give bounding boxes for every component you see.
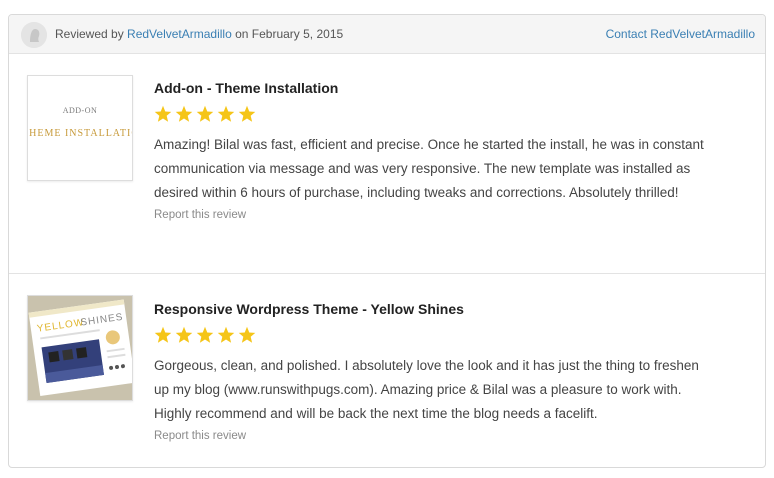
reviewed-by-text: Reviewed by RedVelvetArmadillo on Februa… — [55, 27, 343, 41]
review-date: on February 5, 2015 — [231, 27, 344, 41]
product-title[interactable]: Add-on - Theme Installation — [154, 79, 714, 97]
star-icon — [196, 326, 214, 343]
review-item: ADD-ON THEME INSTALLATION Add-on - Theme… — [9, 54, 765, 274]
star-rating — [154, 326, 714, 344]
product-thumbnail[interactable]: YELLOW SHINES — [27, 295, 133, 401]
star-icon — [154, 326, 172, 343]
review-card-header: Reviewed by RedVelvetArmadillo on Februa… — [9, 15, 765, 54]
thumbnail-line2: THEME INSTALLATION — [28, 128, 132, 139]
star-icon — [217, 105, 235, 122]
review-item: YELLOW SHINES Responsive Wordpress Theme… — [9, 274, 765, 468]
reviewed-prefix: Reviewed by — [55, 27, 128, 41]
product-thumbnail[interactable]: ADD-ON THEME INSTALLATION — [27, 75, 133, 181]
contact-reviewer-link[interactable]: Contact RedVelvetArmadillo — [606, 27, 755, 41]
review-content: Add-on - Theme Installation Amazing! Bil… — [154, 79, 714, 221]
review-card: Reviewed by RedVelvetArmadillo on Februa… — [8, 14, 766, 468]
star-icon — [175, 105, 193, 122]
star-icon — [238, 105, 256, 122]
star-rating — [154, 105, 714, 123]
review-body: Amazing! Bilal was fast, efficient and p… — [154, 137, 704, 200]
theme-preview-image: YELLOW SHINES — [28, 296, 132, 400]
review-content: Responsive Wordpress Theme - Yellow Shin… — [154, 300, 714, 442]
reviewer-name-link[interactable]: RedVelvetArmadillo — [127, 27, 232, 41]
star-icon — [217, 326, 235, 343]
star-icon — [175, 326, 193, 343]
user-avatar-icon[interactable] — [21, 22, 47, 48]
report-review-link[interactable]: Report this review — [154, 209, 714, 221]
thumbnail-line1: ADD-ON — [62, 106, 98, 115]
report-review-link[interactable]: Report this review — [154, 430, 714, 442]
product-title[interactable]: Responsive Wordpress Theme - Yellow Shin… — [154, 300, 714, 318]
star-icon — [238, 326, 256, 343]
star-icon — [154, 105, 172, 122]
review-body: Gorgeous, clean, and polished. I absolut… — [154, 358, 699, 421]
star-icon — [196, 105, 214, 122]
